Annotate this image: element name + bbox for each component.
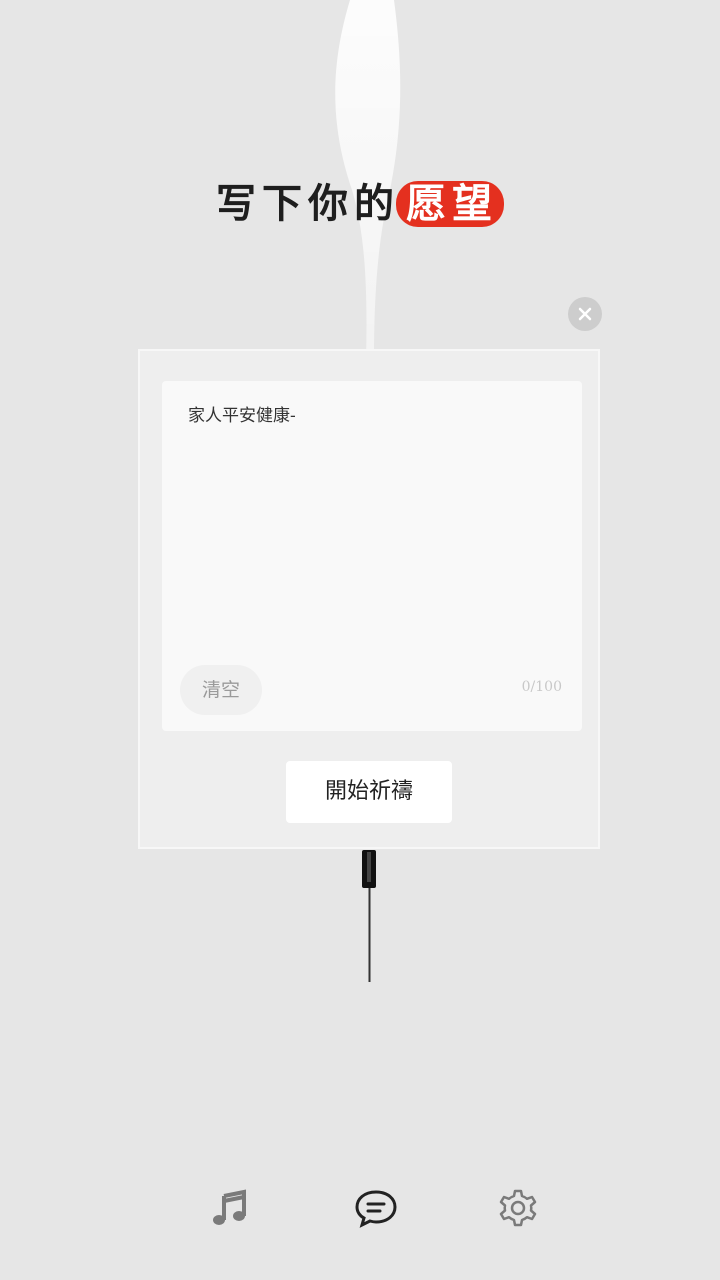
wish-screen: 写下你的 愿望 家人平安健康- 清空 0/100 開始祈禱 [0, 0, 720, 1280]
char-counter: 0/100 [521, 679, 562, 695]
gear-icon [499, 1189, 537, 1227]
clear-button[interactable]: 清空 [180, 665, 262, 715]
title-prefix: 写下你的 [216, 180, 400, 227]
start-prayer-button[interactable]: 開始祈禱 [286, 761, 452, 823]
music-note-icon [213, 1189, 246, 1225]
close-icon [578, 307, 592, 321]
page-title: 写下你的 愿望 [0, 176, 720, 232]
wish-card: 家人平安健康- 清空 0/100 開始祈禱 [138, 349, 600, 849]
wish-text-area: 家人平安健康- 清空 0/100 [162, 381, 582, 731]
nav-music-button[interactable] [206, 1184, 254, 1232]
incense-stick-icon [362, 850, 376, 982]
title-highlight: 愿望 [396, 181, 504, 227]
chat-icon [355, 1190, 397, 1228]
nav-settings-button[interactable] [494, 1184, 542, 1232]
wish-input[interactable]: 家人平安健康- [188, 401, 558, 426]
close-button[interactable] [568, 297, 602, 331]
nav-chat-button[interactable] [352, 1184, 400, 1232]
bottom-nav [0, 1184, 720, 1240]
